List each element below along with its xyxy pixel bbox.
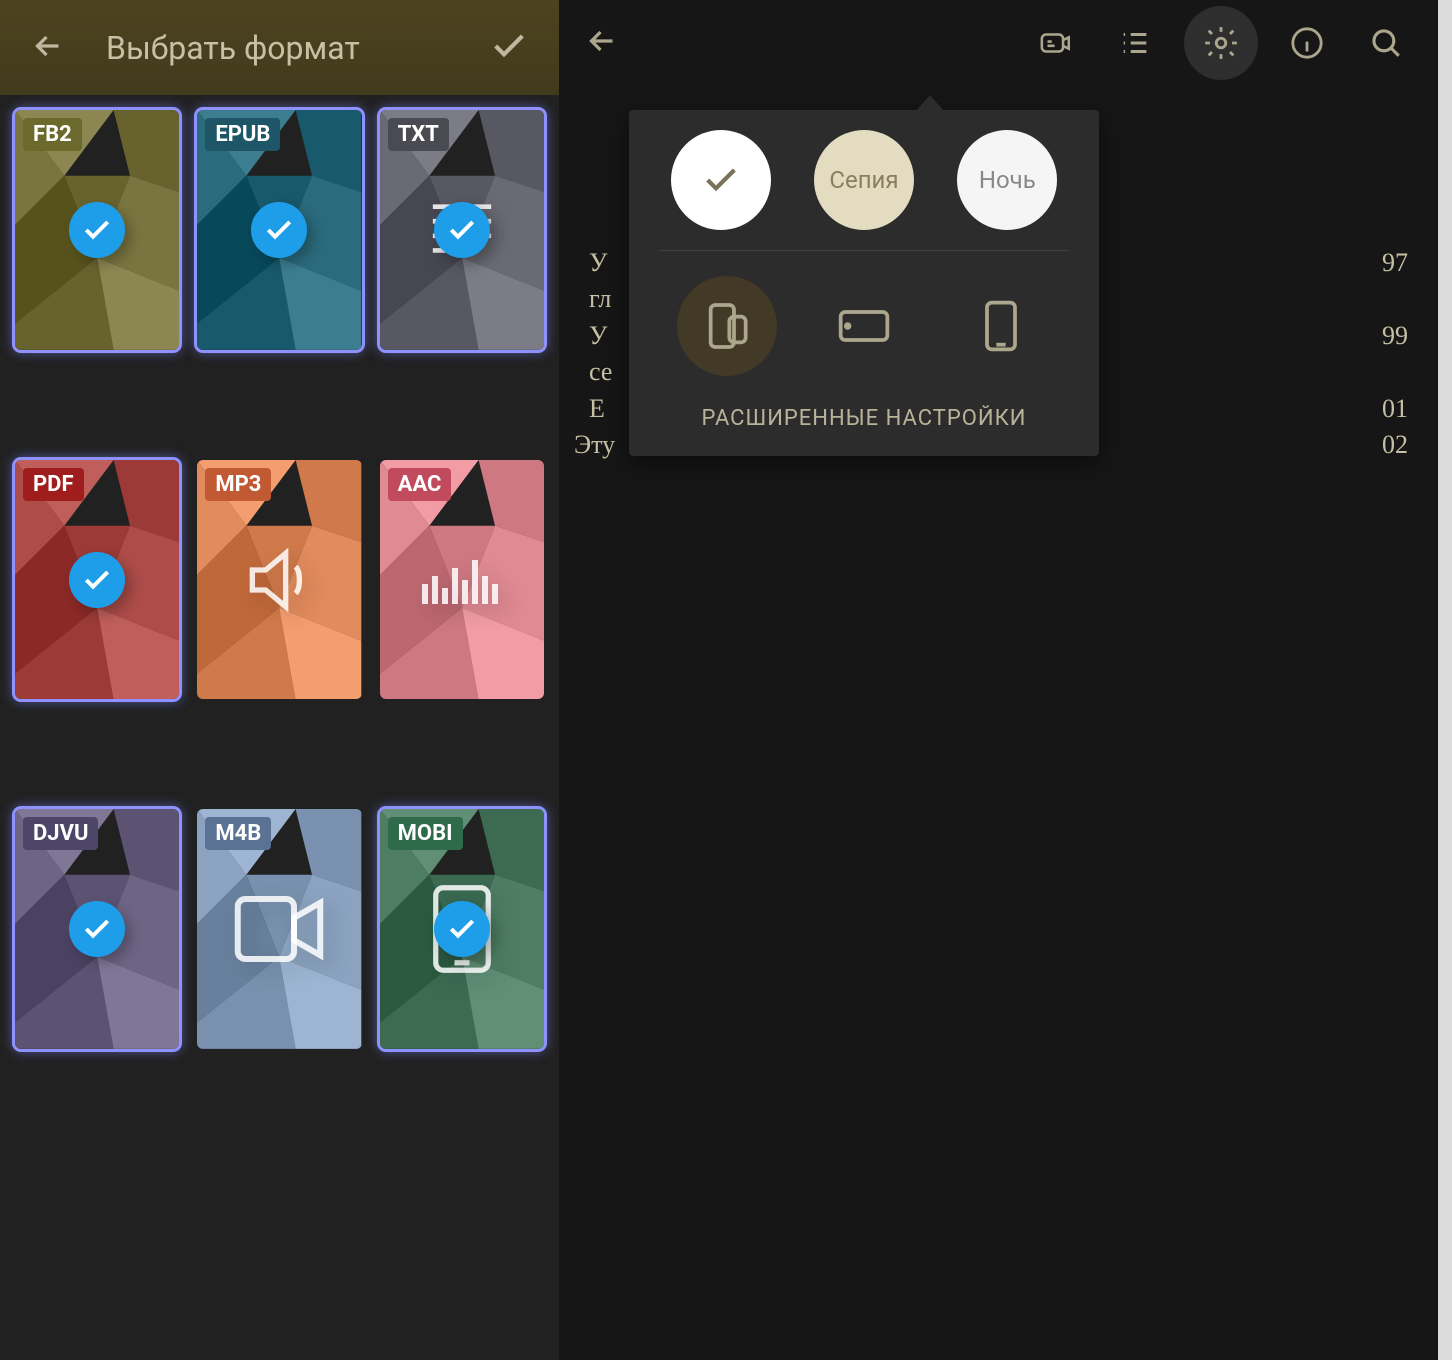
format-badge: MP3 (205, 468, 271, 501)
advanced-settings-link[interactable]: РАСШИРЕННЫЕ НАСТРОЙКИ (659, 386, 1069, 431)
text-fragment: 01 (1382, 391, 1408, 427)
settings-button[interactable] (1184, 6, 1258, 80)
format-card-aac[interactable]: AAC (380, 460, 544, 700)
text-fragment: 99 (1382, 318, 1408, 354)
format-selection-panel: Выбрать формат FB2 EPUB TXT (0, 0, 559, 1360)
text-fragment: 02 (1382, 427, 1408, 463)
text-fragment: Е (589, 391, 605, 427)
format-card-mobi[interactable]: MOBI (380, 809, 544, 1049)
format-badge: MOBI (388, 817, 463, 850)
theme-sepia[interactable]: Сепия (814, 130, 914, 230)
text-fragment: У (589, 318, 607, 354)
format-card-mp3[interactable]: MP3 (197, 460, 361, 700)
format-card-fb2[interactable]: FB2 (15, 110, 179, 350)
format-card-m4b[interactable]: M4B (197, 809, 361, 1049)
format-grid: FB2 EPUB TXT PDF MP3 (0, 95, 559, 1360)
reader-toolbar (559, 0, 1438, 85)
theme-row: Сепия Ночь (659, 130, 1069, 251)
format-badge: AAC (388, 468, 452, 501)
orientation-auto[interactable] (677, 276, 777, 376)
tts-button[interactable] (1026, 13, 1086, 73)
info-button[interactable] (1277, 13, 1337, 73)
format-badge: EPUB (205, 118, 280, 151)
text-fragment: Эту (574, 427, 615, 463)
orientation-row (659, 251, 1069, 386)
text-fragment: У (589, 245, 607, 281)
text-fragment: 97 (1382, 245, 1408, 281)
format-card-pdf[interactable]: PDF (15, 460, 179, 700)
contents-button[interactable] (1105, 13, 1165, 73)
selected-check-icon (434, 202, 490, 258)
selected-check-icon (434, 901, 490, 957)
theme-night[interactable]: Ночь (957, 130, 1057, 230)
theme-white[interactable] (671, 130, 771, 230)
search-button[interactable] (1356, 13, 1416, 73)
selected-check-icon (69, 901, 125, 957)
format-card-djvu[interactable]: DJVU (15, 809, 179, 1049)
text-fragment: гл (589, 281, 611, 317)
reader-panel: У 97 гл У 99 се Е 01 Эту 02 Сепия Ночь РАСШИ… (559, 0, 1452, 1360)
orientation-landscape[interactable] (814, 276, 914, 376)
selected-check-icon (69, 202, 125, 258)
confirm-button[interactable] (479, 16, 539, 80)
left-header: Выбрать формат (0, 0, 559, 95)
orientation-portrait[interactable] (951, 276, 1051, 376)
format-badge: DJVU (23, 817, 98, 850)
popup-arrow (916, 95, 944, 111)
format-card-epub[interactable]: EPUB (197, 110, 361, 350)
selected-check-icon (251, 202, 307, 258)
text-fragment: се (589, 354, 612, 390)
page-title: Выбрать формат (106, 29, 479, 67)
format-badge: FB2 (23, 118, 82, 151)
selected-check-icon (69, 552, 125, 608)
back-button[interactable] (20, 18, 76, 78)
format-card-txt[interactable]: TXT (380, 110, 544, 350)
settings-popup: Сепия Ночь РАСШИРЕННЫЕ НАСТРОЙКИ (629, 110, 1099, 456)
format-badge: PDF (23, 468, 84, 501)
reader-back-button[interactable] (574, 13, 630, 73)
format-badge: TXT (388, 118, 449, 151)
format-badge: M4B (205, 817, 271, 850)
